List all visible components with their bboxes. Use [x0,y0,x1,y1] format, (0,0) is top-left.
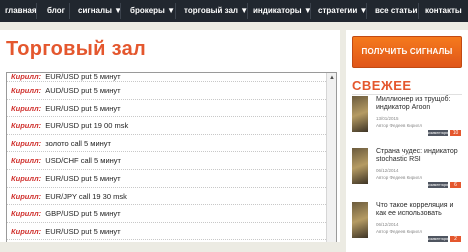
chat-text: золото call 5 минут [45,138,111,148]
post-title[interactable]: Миллионер из трущоб: индикатор Aroon [376,96,462,112]
chat-text: USD/CHF call 5 минут [45,156,121,166]
chat-text: EUR/JPY call 19 30 msk [45,191,127,201]
chat-text: EUR/USD put 5 минут [45,103,121,113]
chat-message: Кирилл: золото call 5 минут [7,135,328,153]
nav-divider [366,3,367,19]
scroll-up-icon[interactable]: ▲ [328,74,336,82]
content-bottom-strip [0,242,340,252]
chat-message: Кирилл: EUR/JPY call 19 30 msk [7,188,328,206]
fresh-section-label: СВЕЖЕЕ [352,78,412,93]
chat-text: EUR/USD put 5 минут [45,173,121,183]
chat-text: EUR/USD put 5 минут [45,73,121,81]
chat-list: Кирилл: EUR/USD put 5 минут Кирилл: AUD/… [7,73,328,241]
chat-message: Кирилл: USD/CHF call 5 минут [7,152,328,170]
nav-divider [418,3,419,19]
post-title[interactable]: Что такое корреляция и как ее использова… [376,202,462,218]
chat-author: Кирилл: [11,191,42,201]
sidebar-post[interactable]: Что такое корреляция и как ее использова… [352,202,464,242]
nav-item-all-articles[interactable]: все статьи [375,6,417,15]
chat-message: Кирилл: GBP/USD put 5 минут [7,205,328,223]
chat-message: Кирилл: EUR/USD put 5 минут [7,73,328,82]
top-nav: главная блог сигналы ▼ брокеры ▼ торговы… [0,0,468,22]
post-author: Автор Федеев Кирилл [376,175,423,180]
chat-text: EUR/USD put 5 минут [45,226,121,236]
comments-badge[interactable]: комментарии [428,236,450,242]
post-thumbnail[interactable] [352,202,368,238]
post-title[interactable]: Страна чудес: индикатор stochastic RSI [376,148,462,164]
nav-divider [310,3,311,19]
comment-count-badge: 6 [450,182,461,188]
chat-author: Кирилл: [11,156,42,166]
chat-author: Кирилл: [11,103,42,113]
nav-item-trading-room[interactable]: торговый зал ▼ [184,6,248,15]
nav-item-contacts[interactable]: контакты [425,6,462,15]
chat-message: Кирилл: EUR/USD put 5 минут [7,223,328,241]
post-date: 13/01/2015 [376,116,399,121]
chat-message: Кирилл: EUR/USD put 5 минут [7,100,328,118]
chat-text: EUR/USD put 19 00 msk [45,121,129,131]
nav-item-signals[interactable]: сигналы ▼ [78,6,122,15]
nav-item-indicators[interactable]: индикаторы ▼ [253,6,312,15]
sidebar-post[interactable]: Миллионер из трущоб: индикатор Aroon 13/… [352,96,464,136]
nav-item-blog[interactable]: блог [47,6,65,15]
chat-author: Кирилл: [11,86,42,95]
sidebar: ПОЛУЧИТЬ СИГНАЛЫ СВЕЖЕЕ Миллионер из тру… [346,30,468,252]
nav-divider [175,3,176,19]
comments-badge[interactable]: комментарии [428,130,450,136]
chat-author: Кирилл: [11,121,42,131]
post-author: Автор Федеев Кирилл [376,123,423,128]
nav-item-strategies[interactable]: стратегии ▼ [318,6,367,15]
post-thumbnail[interactable] [352,148,368,184]
chat-message: Кирилл: EUR/USD put 5 минут [7,170,328,188]
chat-author: Кирилл: [11,173,42,183]
chat-box[interactable]: Кирилл: EUR/USD put 5 минут Кирилл: AUD/… [6,72,337,252]
page-title: Торговый зал [6,38,147,60]
chat-message: Кирилл: AUD/USD put 5 минут [7,82,328,100]
post-date: 06/12/2014 [376,222,399,227]
chat-author: Кирилл: [11,226,42,236]
chat-author: Кирилл: [11,73,42,81]
fresh-section-title: СВЕЖЕЕ [352,78,462,95]
nav-item-brokers[interactable]: брокеры ▼ [130,6,175,15]
chat-author: Кирилл: [11,209,42,219]
nav-divider [69,3,70,19]
post-author: Автор Федеев Кирилл [376,229,423,234]
chat-author: Кирилл: [11,138,42,148]
sidebar-post[interactable]: Страна чудес: индикатор stochastic RSI 0… [352,148,464,188]
nav-divider [247,3,248,19]
chat-text: GBP/USD put 5 минут [45,209,121,219]
post-date: 06/12/2014 [376,168,399,173]
nav-divider [120,3,121,19]
nav-divider [36,3,37,19]
chat-text: AUD/USD put 5 минут [45,86,121,95]
chat-message: Кирилл: EUR/USD put 19 00 msk [7,117,328,135]
post-thumbnail[interactable] [352,96,368,132]
section-divider [352,94,462,95]
comments-badge[interactable]: комментарии [428,182,450,188]
nav-item-home[interactable]: главная [5,6,37,15]
get-signals-button[interactable]: ПОЛУЧИТЬ СИГНАЛЫ [352,36,462,68]
main-content: Торговый зал Кирилл: EUR/USD put 5 минут… [0,30,340,252]
comment-count-badge: 2 [450,236,461,242]
comment-count-badge: 10 [450,130,461,136]
chat-scrollbar[interactable]: ▲ ▼ [326,73,336,252]
